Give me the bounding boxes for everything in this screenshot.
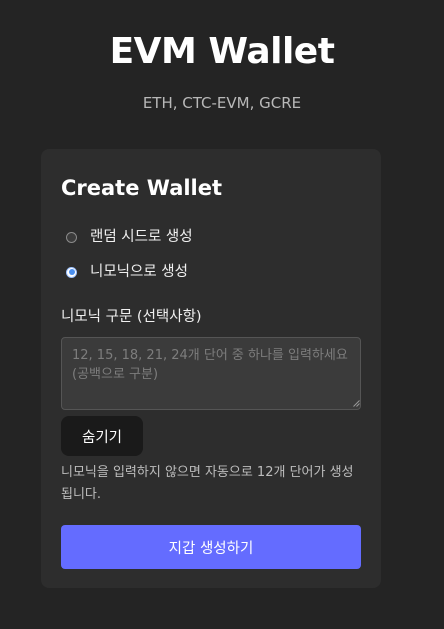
create-wallet-card: Create Wallet 랜덤 시드로 생성 니모닉으로 생성 니모닉 구문 … bbox=[41, 149, 381, 588]
card-title: Create Wallet bbox=[61, 176, 223, 200]
app-title: EVM Wallet bbox=[109, 31, 335, 72]
mnemonic-help-text: 니모닉을 입력하지 않으면 자동으로 12개 단어가 생성됩니다. bbox=[61, 465, 354, 502]
mnemonic-input[interactable] bbox=[61, 337, 361, 410]
app-subtitle: ETH, CTC-EVM, GCRE bbox=[142, 94, 302, 112]
hide-button[interactable]: 숨기기 bbox=[61, 416, 143, 456]
radio-option-random-seed[interactable]: 랜덤 시드로 생성 bbox=[66, 228, 193, 246]
radio-label-random-seed: 랜덤 시드로 생성 bbox=[90, 229, 193, 245]
radio-button-unchecked-icon[interactable] bbox=[66, 231, 77, 243]
radio-button-checked-icon[interactable] bbox=[66, 266, 77, 278]
create-wallet-button[interactable]: 지갑 생성하기 bbox=[61, 525, 361, 569]
mnemonic-field-label: 니모닉 구문 (선택사항) bbox=[61, 309, 202, 325]
radio-label-mnemonic: 니모닉으로 생성 bbox=[90, 264, 188, 280]
radio-option-mnemonic[interactable]: 니모닉으로 생성 bbox=[66, 263, 188, 281]
